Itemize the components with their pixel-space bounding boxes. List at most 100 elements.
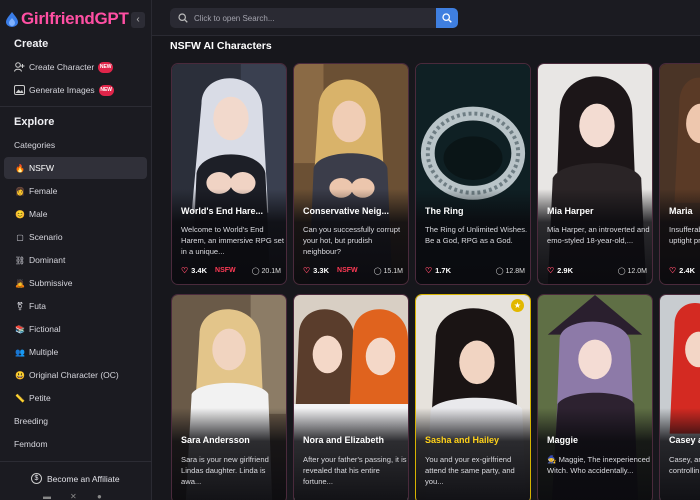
- new-badge: NEW: [98, 84, 114, 96]
- chat-count: ◯ 20.1M: [252, 267, 281, 275]
- sidebar-item-petite[interactable]: 📏 Petite: [4, 387, 147, 409]
- sidebar-item-categories[interactable]: Categories: [4, 134, 147, 156]
- card-name: The Ring: [425, 206, 464, 216]
- character-card[interactable]: Maria Insufferable and judgmental uptigh…: [659, 63, 700, 285]
- character-card[interactable]: Sara Andersson Sara is your new girlfrie…: [171, 294, 287, 500]
- female-icon: 👩: [15, 186, 25, 196]
- image-icon: [14, 85, 25, 95]
- brand-name: GirlfriendGPT: [21, 9, 129, 28]
- chat-count: ◯ 12.8M: [496, 267, 525, 275]
- card-stats: ♡ 1.7K ◯ 12.8M: [425, 266, 530, 275]
- like-count: 2.9K: [557, 266, 574, 275]
- sidebar-item-label: Scenario: [29, 232, 63, 242]
- fire-icon: 🔥: [15, 163, 25, 173]
- sidebar-item-nsfw[interactable]: 🔥 NSFW: [4, 157, 147, 179]
- page-title: NSFW AI Characters: [170, 40, 272, 52]
- card-name: Conservative Neig...: [303, 206, 390, 216]
- reddit-icon[interactable]: ●: [97, 492, 102, 500]
- sidebar-item-multiple[interactable]: 👥 Multiple: [4, 341, 147, 363]
- card-name: Casey a...: [669, 435, 700, 445]
- scenario-icon: ▢: [16, 232, 24, 242]
- sidebar-item-breeding[interactable]: Breeding: [4, 410, 147, 432]
- card-stats: ♡ 3.4K NSFW ◯ 20.1M: [181, 266, 286, 275]
- chat-count: ◯ 12.0M: [618, 267, 647, 275]
- nsfw-tag: NSFW: [337, 267, 358, 274]
- card-description: Mia Harper, an introverted and emo-style…: [547, 225, 650, 245]
- sidebar-item-male[interactable]: 😊 Male: [4, 203, 147, 225]
- chain-icon: ⛓: [14, 255, 26, 265]
- sidebar-divider: [0, 461, 152, 462]
- sidebar-item-label: Fictional: [29, 324, 61, 334]
- chat-count: ◯ 15.1M: [374, 267, 403, 275]
- sidebar: GirlfriendGPT ‹ Create Create Character …: [0, 0, 152, 500]
- sidebar-item-create-character[interactable]: Create Character NEW: [4, 56, 147, 78]
- like-count: 1.7K: [435, 266, 452, 275]
- sidebar-item-label: Categories: [14, 140, 56, 150]
- sidebar-item-dominant[interactable]: ⛓ Dominant: [4, 249, 147, 271]
- search-input[interactable]: Click to open Search...: [170, 8, 436, 28]
- chat-count-value: 12.8M: [505, 267, 525, 275]
- like-count: 2.4K: [679, 266, 696, 275]
- card-description: 🧙 Maggie, The inexperienced Witch. Who a…: [547, 455, 651, 475]
- character-card[interactable]: Maggie 🧙 Maggie, The inexperienced Witch…: [537, 294, 653, 500]
- sidebar-item-scenario[interactable]: ▢ Scenario: [4, 226, 147, 248]
- character-card[interactable]: Casey a... Casey, and struggling control…: [659, 294, 700, 500]
- card-name: Sara Andersson: [181, 435, 250, 445]
- explore-section-title: Explore: [14, 116, 55, 128]
- top-bar: Click to open Search...: [152, 0, 700, 36]
- become-affiliate-link[interactable]: $ Become an Affiliate: [31, 473, 120, 484]
- sidebar-item-label: Male: [29, 209, 48, 219]
- flame-logo-icon: [6, 11, 18, 27]
- card-name: Mia Harper: [547, 206, 594, 216]
- search-placeholder: Click to open Search...: [194, 13, 275, 23]
- books-icon: 📚: [15, 324, 25, 334]
- sidebar-item-female[interactable]: 👩 Female: [4, 180, 147, 202]
- search-icon: [442, 13, 452, 23]
- heart-icon[interactable]: ♡: [303, 266, 310, 275]
- sidebar-item-futa[interactable]: ⚧ Futa: [4, 295, 147, 317]
- search-button[interactable]: [436, 8, 458, 28]
- brand-logo[interactable]: GirlfriendGPT: [6, 9, 129, 29]
- chat-bubble-icon: ◯: [495, 267, 506, 275]
- sidebar-item-label: Original Character (OC): [29, 370, 119, 380]
- character-card[interactable]: World's End Hare... Welcome to World's E…: [171, 63, 287, 285]
- card-name: Maria: [669, 206, 693, 216]
- card-description: Sara is your new girlfriend Lindas daugh…: [181, 455, 269, 486]
- character-card[interactable]: Nora and Elizabeth After your father's p…: [293, 294, 409, 500]
- sidebar-item-label: Female: [29, 186, 58, 196]
- character-card[interactable]: The Ring The Ring of Unlimited Wishes. B…: [415, 63, 531, 285]
- sidebar-item-fictional[interactable]: 📚 Fictional: [4, 318, 147, 340]
- group-icon: 👥: [15, 347, 25, 357]
- x-twitter-icon[interactable]: ✕: [70, 492, 77, 500]
- sidebar-item-label: Generate Images: [29, 85, 95, 95]
- collapse-sidebar-button[interactable]: ‹: [131, 12, 145, 28]
- heart-icon[interactable]: ♡: [669, 266, 676, 275]
- heart-icon[interactable]: ♡: [547, 266, 554, 275]
- card-description: After your father's passing, it is revea…: [303, 455, 407, 486]
- sidebar-item-original-character[interactable]: 😃 Original Character (OC): [4, 364, 147, 386]
- male-icon: 😊: [15, 209, 25, 219]
- create-section-title: Create: [14, 38, 49, 50]
- sidebar-item-label: Submissive: [29, 278, 73, 288]
- heart-icon[interactable]: ♡: [425, 266, 432, 275]
- chat-bubble-icon: ◯: [251, 267, 262, 275]
- heart-icon[interactable]: ♡: [181, 266, 188, 275]
- character-card[interactable]: Mia Harper Mia Harper, an introverted an…: [537, 63, 653, 285]
- chat-count-value: 12.0M: [627, 267, 647, 275]
- sidebar-item-submissive[interactable]: 🙇 Submissive: [4, 272, 147, 294]
- new-badge: NEW: [98, 61, 114, 73]
- affiliate-label: Become an Affiliate: [47, 473, 120, 484]
- card-name: Nora and Elizabeth: [303, 435, 385, 445]
- card-description: You and your ex-girlfriend attend the sa…: [425, 455, 515, 486]
- card-name: World's End Hare...: [181, 206, 263, 216]
- sidebar-item-femdom[interactable]: Femdom: [4, 433, 147, 455]
- character-card-featured[interactable]: ★ Sasha and Hailey You and your ex-girlf…: [415, 294, 531, 500]
- sidebar-item-label: Create Character: [29, 62, 95, 72]
- bow-icon: 🙇: [15, 278, 25, 288]
- discord-icon[interactable]: ▬: [43, 492, 51, 500]
- card-description: The Ring of Unlimited Wishes. Be a God, …: [425, 225, 528, 245]
- card-stats: ♡ 3.3K NSFW ◯ 15.1M: [303, 266, 408, 275]
- character-card[interactable]: Conservative Neig... Can you successfull…: [293, 63, 409, 285]
- sidebar-item-generate-images[interactable]: Generate Images NEW: [4, 79, 147, 101]
- sidebar-item-label: Femdom: [14, 439, 48, 449]
